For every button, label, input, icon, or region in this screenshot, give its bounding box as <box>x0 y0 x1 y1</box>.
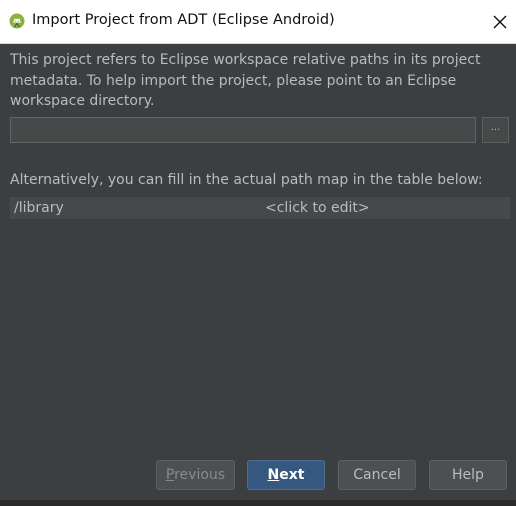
previous-mnemonic: P <box>165 467 175 483</box>
path-cell: /library <box>14 200 64 216</box>
import-adt-dialog: Import Project from ADT (Eclipse Android… <box>0 0 516 506</box>
android-studio-icon <box>9 13 25 29</box>
dialog-title: Import Project from ADT (Eclipse Android… <box>32 12 335 28</box>
taskbar-edge <box>0 500 516 506</box>
help-button[interactable]: Help <box>429 460 507 490</box>
path-map-table: /library <click to edit> <box>10 197 510 219</box>
close-icon[interactable] <box>488 10 512 34</box>
ellipsis-icon: ... <box>490 122 501 133</box>
next-button[interactable]: Next <box>247 460 325 490</box>
browse-button[interactable]: ... <box>482 117 509 143</box>
previous-label: revious <box>174 467 226 483</box>
previous-button[interactable]: Previous <box>156 460 235 490</box>
edit-cell[interactable]: <click to edit> <box>265 200 370 216</box>
next-label: ext <box>279 467 305 483</box>
description-text: This project refers to Eclipse workspace… <box>10 52 481 109</box>
title-bar: Import Project from ADT (Eclipse Android… <box>0 0 516 44</box>
next-mnemonic: N <box>267 467 280 483</box>
alternative-text: Alternatively, you can fill in the actua… <box>10 172 483 188</box>
cancel-button[interactable]: Cancel <box>338 460 416 490</box>
table-row[interactable]: /library <click to edit> <box>10 197 510 219</box>
workspace-path-input[interactable] <box>10 117 476 143</box>
